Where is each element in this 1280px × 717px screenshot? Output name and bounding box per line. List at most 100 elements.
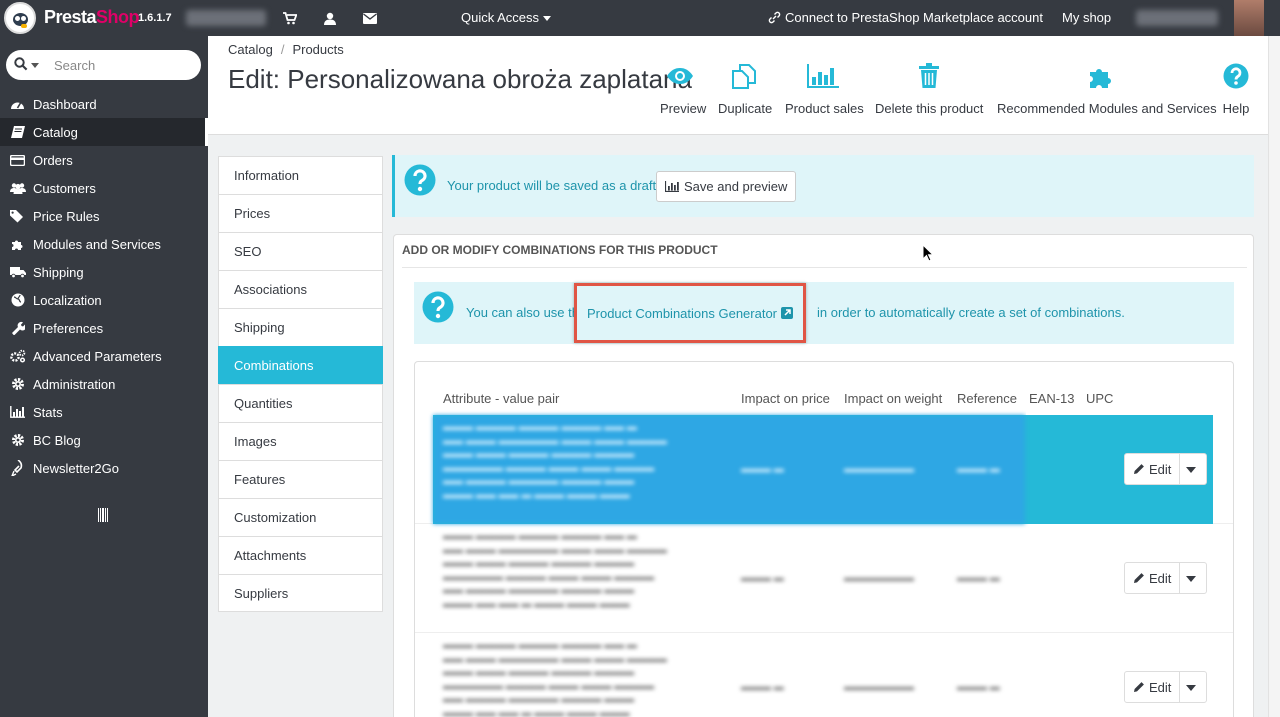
marketplace-connect-link[interactable]: Connect to PrestaShop Marketplace accoun… [768,10,1043,25]
edit-combination-button[interactable]: Edit [1124,671,1207,703]
column-header-ean13[interactable]: EAN-13 [1029,391,1075,406]
sidebar-item-stats[interactable]: Stats [0,398,208,426]
tab-customization[interactable]: Customization [218,498,383,536]
quick-access-dropdown[interactable]: Quick Access [461,10,552,25]
sidebar-item-price-rules[interactable]: Price Rules [0,202,208,230]
sidebar-item-dashboard[interactable]: Dashboard [0,90,208,118]
sidebar-item-customers[interactable]: Customers [0,174,208,202]
draft-alert: Your product will be saved as a draft. S… [392,155,1254,217]
breadcrumb-products[interactable]: Products [292,42,343,57]
sidebar-item-label: Dashboard [33,96,97,112]
page-header: Catalog / Products Edit: Personalizowana o… [208,36,1280,135]
preview-button[interactable]: Preview [660,60,706,116]
sidebar-item-advanced-parameters[interactable]: Advanced Parameters [0,342,208,370]
column-header-attribute[interactable]: Attribute - value pair [443,391,559,406]
envelope-icon[interactable] [350,0,390,36]
tab-attachments[interactable]: Attachments [218,536,383,574]
collapse-menu-icon[interactable] [98,508,109,522]
blurred-employee-name[interactable] [1136,10,1218,26]
globe-icon [0,286,33,314]
sidebar-item-label: Price Rules [33,208,100,224]
avatar[interactable] [1234,0,1264,36]
tab-quantities[interactable]: Quantities [218,384,383,422]
edit-combination-button[interactable]: Edit [1124,453,1207,485]
sidebar-item-label: Advanced Parameters [33,348,162,364]
user-icon[interactable] [310,0,350,36]
caret-down-icon[interactable] [1186,576,1196,582]
tab-shipping[interactable]: Shipping [218,308,383,346]
combinations-generator-link[interactable]: Product Combinations Generator [574,283,806,343]
recommended-modules-button[interactable]: Recommended Modules and Services [997,60,1217,116]
sidebar-item-orders[interactable]: Orders [0,146,208,174]
table-row[interactable]: ▬▬▬ ▬▬▬▬ ▬▬▬▬ ▬▬▬▬ ▬▬ ▬ ▬▬ ▬▬▬ ▬▬▬▬▬▬ ▬▬▬… [415,524,1233,633]
search-icon[interactable] [14,57,28,71]
panel-heading: ADD OR MODIFY COMBINATIONS FOR THIS PROD… [402,243,718,257]
sidebar-item-preferences[interactable]: Preferences [0,314,208,342]
sidebar-item-label: Modules and Services [33,236,161,252]
sidebar-item-bc-blog[interactable]: BC Blog [0,426,208,454]
column-header-reference[interactable]: Reference [957,391,1017,406]
blurred-shop-name [186,10,266,26]
product-tabs: Information Prices SEO Associations Shipping… [218,156,383,612]
tags-icon [0,202,33,230]
bar-chart-icon [785,60,861,92]
breadcrumb-catalog[interactable]: Catalog [228,42,273,57]
cog-icon [0,426,33,454]
blurred-attribute-text: ▬▬▬ ▬▬▬▬ ▬▬▬▬ ▬▬▬▬ ▬▬ ▬ ▬▬ ▬▬▬ ▬▬▬▬▬▬ ▬▬▬… [443,422,667,501]
pencil-icon [1134,464,1144,474]
search-input[interactable] [54,56,194,74]
puffin-logo-icon [4,2,36,34]
sidebar-item-label: Catalog [33,124,78,140]
external-link-icon [781,307,794,319]
rocket-icon [0,454,33,482]
sidebar-item-catalog[interactable]: Catalog [0,118,208,146]
tab-images[interactable]: Images [218,422,383,460]
blurred-reference: ▬▬▬ ▬ [957,573,1000,584]
caret-down-icon[interactable] [1186,467,1196,473]
blurred-attribute-text: ▬▬▬ ▬▬▬▬ ▬▬▬▬ ▬▬▬▬ ▬▬ ▬ ▬▬ ▬▬▬ ▬▬▬▬▬▬ ▬▬▬… [443,640,667,717]
sidebar-item-administration[interactable]: Administration [0,370,208,398]
credit-card-icon [0,146,33,174]
delete-product-button[interactable]: Delete this product [875,60,983,116]
sidebar-item-label: BC Blog [33,432,81,448]
cart-icon[interactable] [270,0,310,36]
save-and-preview-button[interactable]: Save and preview [656,171,797,202]
caret-down-icon [543,16,552,22]
search-scope-caret-icon[interactable] [31,63,39,68]
info-text-after: in order to automatically create a set o… [817,305,1125,320]
sidebar-item-modules-and-services[interactable]: Modules and Services [0,230,208,258]
brand-name: PrestaShop [44,7,140,27]
help-icon [404,164,436,196]
tab-seo[interactable]: SEO [218,232,383,270]
my-shop-link[interactable]: My shop [1062,10,1111,25]
edit-combination-button[interactable]: Edit [1124,562,1207,594]
duplicate-button[interactable]: Duplicate [718,60,772,116]
column-header-impact-price[interactable]: Impact on price [741,391,830,406]
page-scrollbar[interactable] [1268,36,1280,717]
column-header-impact-weight[interactable]: Impact on weight [844,391,942,406]
help-button[interactable]: Help [1221,60,1251,116]
main-nav: Dashboard Catalog Orders Customers Price Rul… [0,90,208,482]
sidebar-item-newsletter2go[interactable]: Newsletter2Go [0,454,208,482]
table-row[interactable]: ▬▬▬ ▬▬▬▬ ▬▬▬▬ ▬▬▬▬ ▬▬ ▬ ▬▬ ▬▬▬ ▬▬▬▬▬▬ ▬▬▬… [415,415,1233,524]
puzzle-icon [997,60,1207,92]
tab-suppliers[interactable]: Suppliers [218,574,383,612]
product-sales-button[interactable]: Product sales [785,60,864,116]
sidebar-item-localization[interactable]: Localization [0,286,208,314]
prestashop-logo[interactable]: PrestaShop 1.6.1.7 [0,0,180,36]
version-label: 1.6.1.7 [138,12,172,24]
sidebar-item-shipping[interactable]: Shipping [0,258,208,286]
draft-message: Your product will be saved as a draft. [447,178,660,193]
tab-associations[interactable]: Associations [218,270,383,308]
sidebar: Dashboard Catalog Orders Customers Price Rul… [0,36,208,717]
help-icon [1221,60,1251,92]
cog-icon [0,370,33,398]
column-header-upc[interactable]: UPC [1086,391,1113,406]
tab-combinations[interactable]: Combinations [218,346,383,384]
tab-prices[interactable]: Prices [218,194,383,232]
blurred-weight: ▬▬▬▬▬▬▬ [844,464,914,475]
caret-down-icon[interactable] [1186,685,1196,691]
tab-information[interactable]: Information [218,156,383,194]
table-row[interactable]: ▬▬▬ ▬▬▬▬ ▬▬▬▬ ▬▬▬▬ ▬▬ ▬ ▬▬ ▬▬▬ ▬▬▬▬▬▬ ▬▬▬… [415,633,1233,717]
tab-features[interactable]: Features [218,460,383,498]
